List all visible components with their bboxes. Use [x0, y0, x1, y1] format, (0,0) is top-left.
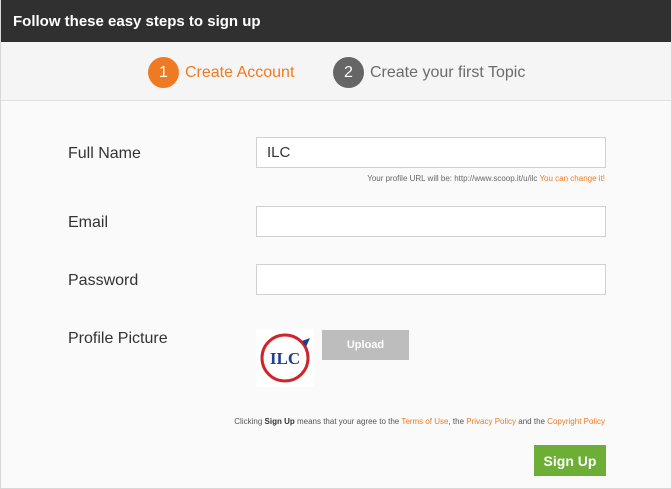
- full-name-label: Full Name: [68, 145, 141, 162]
- step-indicator: 1 Create Account 2 Create your first Top…: [1, 42, 671, 101]
- step-create-account: 1 Create Account: [148, 57, 294, 88]
- profile-url-text: Your profile URL will be: http://www.sco…: [367, 174, 538, 183]
- step-label-2: Create your first Topic: [370, 63, 526, 81]
- password-input[interactable]: [256, 264, 606, 295]
- privacy-policy-link[interactable]: Privacy Policy: [466, 417, 516, 426]
- avatar-text: ILC: [270, 349, 300, 368]
- upload-button[interactable]: Upload: [322, 330, 409, 360]
- email-label: Email: [68, 214, 109, 231]
- sign-up-button[interactable]: Sign Up: [534, 445, 606, 476]
- step-number-2: 2: [333, 57, 364, 88]
- step-number-1: 1: [148, 57, 179, 88]
- terms-notice: Clicking Sign Up means that your agree t…: [234, 417, 605, 426]
- terms-text-2: means that your agree to the: [294, 417, 402, 426]
- profile-picture-label: Profile Picture: [68, 330, 168, 347]
- terms-text-4: and the: [516, 417, 548, 426]
- terms-signup-word: Sign Up: [264, 417, 295, 426]
- step-create-topic: 2 Create your first Topic: [333, 57, 525, 88]
- terms-text-1: Clicking: [234, 417, 265, 426]
- profile-url-hint: Your profile URL will be: http://www.sco…: [367, 174, 605, 183]
- copyright-policy-link[interactable]: Copyright Policy: [547, 417, 605, 426]
- full-name-input[interactable]: [256, 137, 606, 168]
- step-label-1: Create Account: [185, 63, 295, 81]
- password-label: Password: [68, 272, 139, 289]
- terms-of-use-link[interactable]: Terms of Use: [401, 417, 448, 426]
- terms-text-3: , the: [448, 417, 467, 426]
- change-url-link[interactable]: You can change it!: [539, 174, 605, 183]
- avatar: ILC: [256, 329, 314, 387]
- email-input[interactable]: [256, 206, 606, 237]
- dialog-header: Follow these easy steps to sign up: [1, 0, 671, 42]
- signup-form: Full Name Your profile URL will be: http…: [1, 101, 671, 489]
- ilc-logo-icon: ILC: [260, 333, 310, 383]
- dialog-title: Follow these easy steps to sign up: [13, 12, 261, 30]
- signup-dialog: Follow these easy steps to sign up 1 Cre…: [0, 0, 672, 489]
